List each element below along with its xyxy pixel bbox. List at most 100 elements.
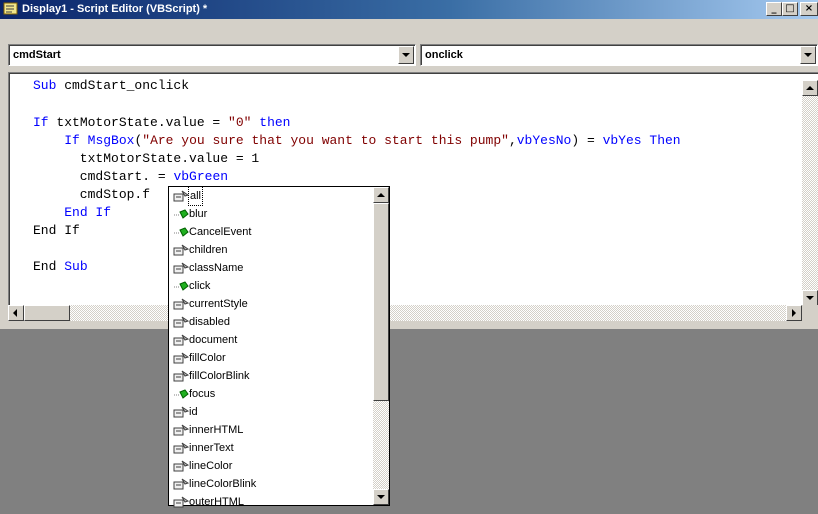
- property-icon: [173, 496, 190, 508]
- autocomplete-item-label: document: [189, 334, 238, 346]
- code-string: "0": [228, 115, 252, 130]
- autocomplete-item[interactable]: innerHTML: [171, 421, 371, 439]
- property-icon: [173, 334, 190, 346]
- autocomplete-item-label: focus: [189, 388, 216, 400]
- object-combobox-dropdown-button[interactable]: [398, 46, 414, 64]
- code-text: cmdStart_onclick: [56, 78, 190, 93]
- method-icon: [173, 388, 189, 400]
- autocomplete-item[interactable]: id: [171, 403, 371, 421]
- scroll-right-button[interactable]: [786, 305, 802, 321]
- method-icon: [173, 208, 189, 220]
- autocomplete-item-label: outerHTML: [189, 496, 245, 508]
- event-combobox-value: onclick: [425, 49, 463, 61]
- code-string: "Are you sure that you want to start thi…: [142, 133, 509, 148]
- scroll-up-button[interactable]: [373, 187, 389, 203]
- code-keyword: Sub: [33, 78, 57, 93]
- scroll-left-button[interactable]: [8, 305, 24, 321]
- title-bar[interactable]: Display1 - Script Editor (VBScript) * _ …: [0, 0, 818, 19]
- code-editor[interactable]: Sub cmdStart_onclick If txtMotorState.val…: [8, 72, 818, 320]
- code-keyword: vbYes: [602, 133, 642, 148]
- autocomplete-item-label: children: [189, 244, 228, 256]
- property-icon: [173, 298, 190, 310]
- autocomplete-item-label: click: [189, 280, 211, 292]
- chevron-down-icon: [806, 296, 814, 300]
- event-combobox[interactable]: onclick: [420, 44, 818, 66]
- autocomplete-list[interactable]: outerHTML lineColorBlink lineColor innerTex…: [168, 186, 390, 508]
- code-text: txtMotorState.value = 1: [33, 151, 260, 166]
- object-combobox-value: cmdStart: [13, 49, 61, 61]
- autocomplete-item[interactable]: disabled: [171, 313, 371, 331]
- autocomplete-item[interactable]: fillColor: [171, 349, 371, 367]
- property-icon: [173, 190, 190, 202]
- autocomplete-item-label: currentStyle: [189, 298, 248, 310]
- autocomplete-item[interactable]: className: [171, 259, 371, 277]
- autocomplete-item-label: innerText: [189, 442, 234, 454]
- scroll-up-button[interactable]: [802, 80, 818, 96]
- chevron-left-icon: [13, 309, 17, 317]
- code-keyword: Then: [649, 133, 681, 148]
- maximize-button[interactable]: □: [782, 2, 798, 16]
- minimize-button[interactable]: _: [766, 2, 782, 16]
- code-line: If txtMotorState.value = "0" then: [33, 115, 290, 130]
- autocomplete-item-label: disabled: [189, 316, 230, 328]
- code-keyword: Sub: [64, 259, 88, 274]
- code-text: ) =: [571, 133, 603, 148]
- code-line: If MsgBox("Are you sure that you want to…: [33, 133, 681, 148]
- autocomplete-scrollbar[interactable]: [373, 187, 389, 505]
- autocomplete-item-label: innerHTML: [189, 424, 244, 436]
- method-icon: [173, 226, 189, 238]
- code-line: Sub cmdStart_onclick: [33, 78, 189, 93]
- autocomplete-scroll-thumb[interactable]: [373, 203, 389, 401]
- code-keyword: vbYesNo: [516, 133, 572, 148]
- autocomplete-item[interactable]: innerText: [171, 439, 371, 457]
- property-icon: [173, 424, 190, 436]
- code-keyword: then: [259, 115, 291, 130]
- autocomplete-item-label: all: [187, 186, 204, 206]
- scroll-down-button[interactable]: [802, 290, 818, 306]
- close-button[interactable]: ×: [800, 2, 818, 16]
- autocomplete-item[interactable]: document: [171, 331, 371, 349]
- code-text: End If: [33, 223, 80, 238]
- autocomplete-item-label: CancelEvent: [189, 226, 252, 238]
- property-icon: [173, 460, 190, 472]
- chevron-up-icon: [377, 193, 385, 197]
- autocomplete-item[interactable]: currentStyle: [171, 295, 371, 313]
- code-text: End: [33, 259, 65, 274]
- autocomplete-item-label: fillColorBlink: [189, 370, 250, 382]
- property-icon: [173, 406, 190, 418]
- chevron-down-icon: [804, 53, 812, 57]
- property-icon: [173, 352, 190, 364]
- editor-vertical-scrollbar[interactable]: [802, 80, 818, 306]
- code-line: End Sub: [33, 259, 88, 274]
- property-icon: [173, 262, 190, 274]
- autocomplete-item[interactable]: all: [171, 186, 371, 206]
- autocomplete-item-label: fillColor: [189, 352, 226, 364]
- scroll-down-button[interactable]: [373, 489, 389, 505]
- autocomplete-item[interactable]: outerHTML: [171, 493, 371, 511]
- code-keyword: MsgBox: [87, 133, 135, 148]
- code-keyword: vbGreen: [173, 169, 229, 184]
- autocomplete-item[interactable]: fillColorBlink: [171, 367, 371, 385]
- autocomplete-item[interactable]: focus: [171, 385, 371, 403]
- autocomplete-item[interactable]: lineColor: [171, 457, 371, 475]
- property-icon: [173, 442, 190, 454]
- editor-horizontal-scrollbar[interactable]: [8, 305, 802, 321]
- autocomplete-item[interactable]: lineColorBlink: [171, 475, 371, 493]
- method-icon: [173, 280, 189, 292]
- code-text: cmdStop.f: [33, 187, 151, 202]
- autocomplete-item[interactable]: blur: [171, 205, 371, 223]
- code-text: cmdStart. =: [33, 169, 174, 184]
- code-line: txtMotorState.value = 1: [33, 151, 259, 166]
- script-editor-app-icon: [3, 2, 18, 15]
- autocomplete-item-label: lineColorBlink: [189, 478, 257, 490]
- horizontal-scroll-thumb[interactable]: [24, 305, 70, 321]
- code-line: End If: [33, 223, 80, 238]
- event-combobox-dropdown-button[interactable]: [800, 46, 816, 64]
- autocomplete-item[interactable]: children: [171, 241, 371, 259]
- code-line: cmdStart. = vbGreen: [33, 169, 228, 184]
- autocomplete-item[interactable]: click: [171, 277, 371, 295]
- autocomplete-item-label: lineColor: [189, 460, 233, 472]
- autocomplete-item[interactable]: CancelEvent: [171, 223, 371, 241]
- object-combobox[interactable]: cmdStart: [8, 44, 416, 66]
